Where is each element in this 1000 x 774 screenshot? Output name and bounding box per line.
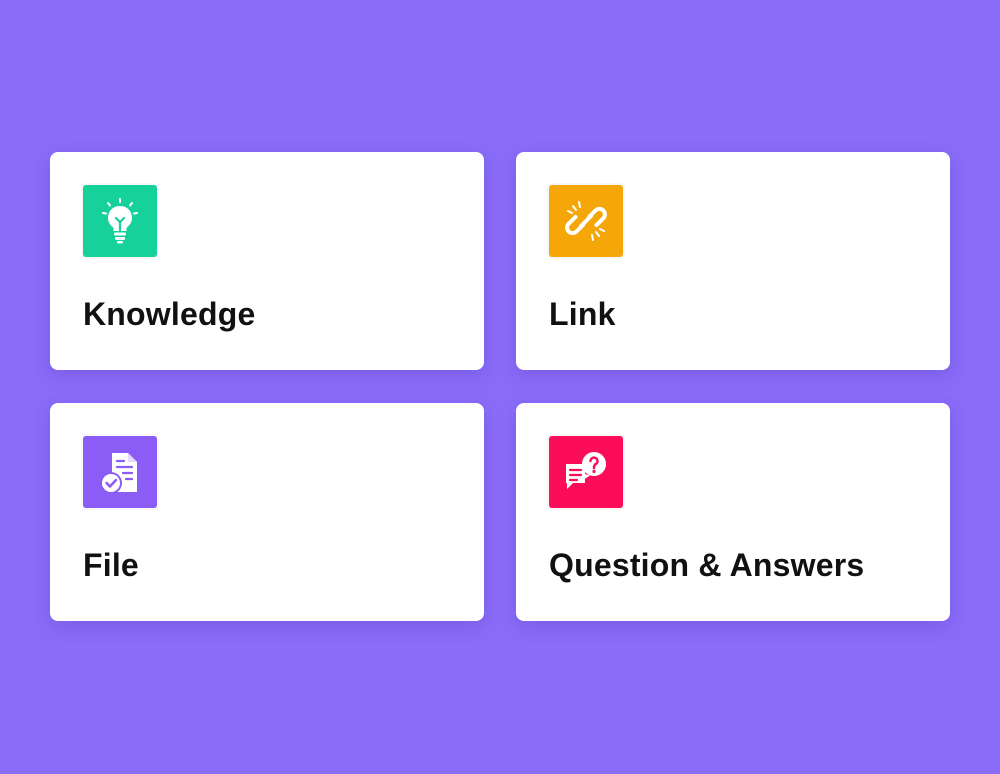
question-answers-label: Question & Answers (549, 547, 865, 583)
knowledge-card[interactable]: Knowledge (50, 152, 484, 370)
file-card[interactable]: File (50, 403, 484, 621)
document-check-icon (100, 453, 137, 494)
question-chat-icon (566, 452, 606, 489)
question-answers-card[interactable]: Question & Answers (516, 403, 950, 621)
link-icon-tile (549, 185, 623, 257)
lightbulb-icon (102, 198, 138, 244)
file-label: File (83, 547, 139, 583)
file-icon-tile (83, 436, 157, 508)
link-label: Link (549, 296, 616, 332)
knowledge-icon-tile (83, 185, 157, 257)
link-card[interactable]: Link (516, 152, 950, 370)
knowledge-label: Knowledge (83, 296, 256, 332)
chain-link-icon (565, 201, 607, 241)
question-answers-icon-tile (549, 436, 623, 508)
